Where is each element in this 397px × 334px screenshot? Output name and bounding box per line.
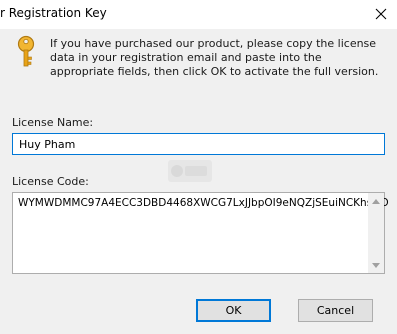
chevron-up-icon <box>372 198 380 204</box>
license-code-label: License Code: <box>12 175 89 188</box>
watermark-logo <box>168 160 212 182</box>
license-code-textarea[interactable]: WYMWDMMC97A4ECC3DBD4468XWCG7LxJJbpOI9eNQ… <box>12 192 389 274</box>
title-bar: r Registration Key <box>0 0 397 29</box>
scroll-down-button[interactable] <box>368 257 384 273</box>
license-name-label: License Name: <box>12 116 94 129</box>
close-button[interactable] <box>366 2 396 26</box>
license-name-input[interactable] <box>12 133 385 155</box>
instructions-text: If you have purchased our product, pleas… <box>50 37 379 78</box>
ok-button[interactable]: OK <box>196 299 271 322</box>
license-code-scrollbar[interactable] <box>368 193 384 273</box>
scroll-up-button[interactable] <box>368 193 384 209</box>
license-code-value: WYMWDMMC97A4ECC3DBD4468XWCG7LxJJbpOI9eNQ… <box>18 197 389 209</box>
registration-dialog: r Registration Key If you have purchased… <box>0 0 397 334</box>
key-icon <box>17 35 35 67</box>
cancel-button[interactable]: Cancel <box>298 299 373 322</box>
window-title: r Registration Key <box>0 6 107 20</box>
close-icon <box>375 8 387 20</box>
chevron-down-icon <box>372 262 380 268</box>
